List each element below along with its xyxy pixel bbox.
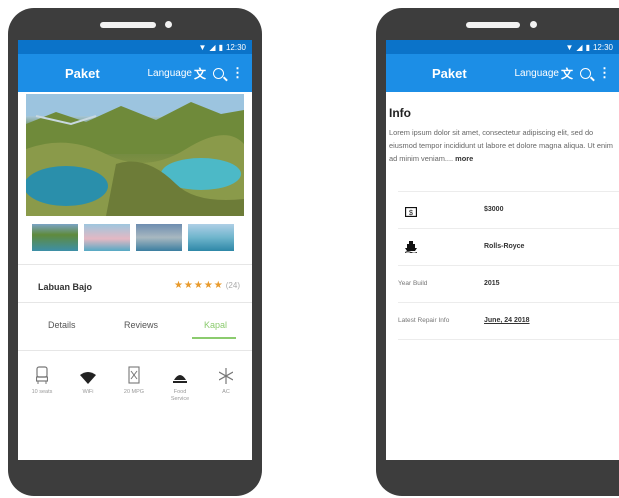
speaker [100, 22, 156, 28]
amenity-wifi: WiFi [70, 364, 106, 396]
divider [18, 302, 252, 303]
amenity-label: WiFi [82, 389, 94, 395]
seat-icon [24, 364, 60, 384]
more-vert-icon[interactable]: ⋮ [231, 65, 244, 81]
more-vert-icon[interactable]: ⋮ [598, 65, 611, 81]
page-title: Paket [65, 65, 100, 81]
info-text: Lorem ipsum dolor sit amet, consectetur … [389, 128, 613, 163]
thumbnail-strip [32, 224, 234, 251]
camera-dot [530, 21, 537, 28]
year-build-value: 2015 [484, 280, 500, 287]
latest-repair-link[interactable]: June, 24 2018 [484, 317, 530, 324]
thumbnail[interactable] [136, 224, 182, 251]
amenity-ac: AC [208, 364, 244, 396]
latest-repair-label: Latest Repair Info [398, 317, 450, 324]
language-label: Language [514, 67, 559, 79]
search-icon[interactable] [213, 67, 224, 79]
divider [18, 350, 252, 351]
status-bar: ▼ ◢ ▮ 12:30 [386, 40, 619, 54]
info-description: Lorem ipsum dolor sit amet, consectetur … [389, 126, 615, 165]
rating-count: (24) [225, 281, 240, 290]
signal-icon: ◢ [209, 42, 216, 52]
translate-icon: 文 [193, 66, 206, 81]
battery-icon: ▮ [218, 42, 223, 52]
language-button[interactable]: Language 文 [514, 65, 573, 82]
amenity-mpg: 20 MPG [116, 364, 152, 396]
fuel-icon [116, 364, 152, 384]
app-bar: Paket Language 文 ⋮ [18, 54, 252, 92]
signal-icon: ◢ [576, 42, 583, 52]
info-row-latest-repair: Latest Repair Info June, 24 2018 [386, 303, 619, 339]
screen-left: ▼ ◢ ▮ 12:30 Paket Language 文 ⋮ Labuan Ba… [18, 40, 252, 460]
page-title: Paket [432, 65, 467, 81]
thumbnail[interactable] [188, 224, 234, 251]
info-row-engine: Rolls-Royce [386, 229, 619, 265]
tab-details[interactable]: Details [48, 320, 76, 330]
amenity-label: 20 MPG [123, 389, 145, 395]
camera-dot [165, 21, 172, 28]
svg-text:$: $ [409, 210, 413, 217]
place-name: Labuan Bajo [38, 282, 93, 292]
snowflake-icon [208, 364, 244, 384]
screen-right: ▼ ◢ ▮ 12:30 Paket Language 文 ⋮ Info Lore… [386, 40, 619, 460]
food-service-icon [162, 364, 198, 384]
speaker [466, 22, 520, 28]
thumbnail[interactable] [84, 224, 130, 251]
info-title: Info [389, 106, 411, 120]
status-time: 12:30 [225, 42, 246, 52]
landscape-illustration [26, 94, 244, 216]
wifi-status-icon: ▼ [565, 42, 574, 52]
language-button[interactable]: Language 文 [147, 65, 206, 82]
tab-reviews[interactable]: Reviews [124, 320, 158, 330]
rating: ★★★★★ (24) [174, 280, 240, 291]
phone-right: ▼ ◢ ▮ 12:30 Paket Language 文 ⋮ Info Lore… [376, 8, 619, 496]
star-rating-icon: ★★★★★ [173, 280, 224, 291]
amenity-label: 10 seats [31, 389, 53, 395]
wifi-status-icon: ▼ [198, 42, 207, 52]
amenity-seats: 10 seats [24, 364, 60, 396]
more-link[interactable]: more [455, 154, 473, 163]
amenity-label: AC [222, 389, 230, 395]
engine-value: Rolls-Royce [484, 243, 525, 250]
info-row-price: $ $3000 [386, 192, 619, 228]
translate-icon: 文 [560, 66, 573, 81]
amenity-label: Food Service [170, 389, 190, 402]
phone-left: ▼ ◢ ▮ 12:30 Paket Language 文 ⋮ Labuan Ba… [8, 8, 262, 496]
search-icon[interactable] [580, 67, 591, 79]
status-time: 12:30 [592, 42, 613, 52]
tab-kapal[interactable]: Kapal [204, 320, 227, 330]
amenity-food: Food Service [162, 364, 198, 403]
battery-icon: ▮ [585, 42, 590, 52]
info-row-year-build: Year Build 2015 [386, 266, 619, 302]
divider [18, 264, 252, 265]
hero-image [26, 94, 244, 216]
app-bar: Paket Language 文 ⋮ [386, 54, 619, 92]
divider [398, 339, 619, 340]
price-value: $3000 [484, 206, 504, 213]
year-build-label: Year Build [398, 280, 428, 287]
thumbnail[interactable] [32, 224, 78, 251]
ship-icon [404, 240, 418, 258]
wifi-icon [70, 364, 106, 384]
money-icon: $ [404, 204, 418, 222]
active-tab-indicator [192, 337, 236, 339]
language-label: Language [147, 67, 192, 79]
status-bar: ▼ ◢ ▮ 12:30 [18, 40, 252, 54]
